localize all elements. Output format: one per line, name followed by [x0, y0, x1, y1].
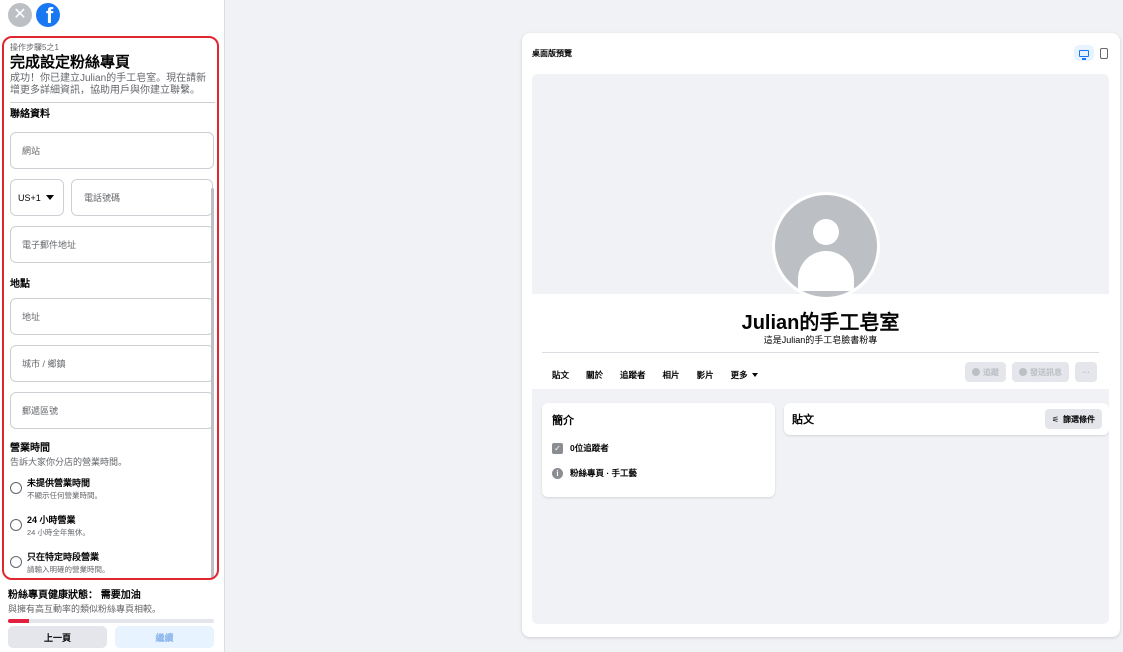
info-icon: i [552, 467, 563, 479]
tab-posts[interactable]: 貼文 [552, 369, 569, 381]
health-progress-fill [8, 619, 29, 623]
tab-more-label: 更多 [730, 370, 748, 380]
radio-button[interactable] [10, 482, 22, 494]
tab-videos[interactable]: 影片 [697, 369, 714, 381]
setup-steps-box: 操作步驟5之1 完成設定粉絲專頁 成功！你已建立Julian的手工皂室。現在請新… [2, 36, 219, 580]
more-options-button[interactable]: ··· [1075, 362, 1097, 382]
posts-title: 貼文 [792, 414, 814, 426]
device-toggle [1074, 45, 1108, 61]
option-subtitle: 請輸入明確的營業時間。 [27, 565, 110, 574]
page-category: 粉絲專頁 · 手工藝 [570, 468, 638, 478]
filter-label: 篩選條件 [1063, 414, 1095, 424]
nav-buttons: 上一頁 繼續 [8, 626, 214, 648]
page-title: 完成設定粉絲專頁 [10, 54, 131, 71]
option-title: 24 小時營業 [27, 515, 76, 525]
desktop-preview: 桌面版預覽 Julian的手工皂室 這是Julian的手工皂臉書粉專 貼文 關於… [522, 33, 1120, 637]
divider [10, 102, 215, 103]
city-input[interactable]: 城市 / 鄉鎮 [10, 345, 214, 382]
follow-label: 追蹤 [983, 367, 999, 377]
email-input[interactable]: 電子郵件地址 [10, 226, 214, 263]
chevron-down-icon [751, 373, 758, 377]
facebook-logo-icon[interactable]: f [36, 3, 60, 27]
messenger-icon [1019, 368, 1027, 376]
option-title: 只在特定時段營業 [27, 552, 100, 562]
option-subtitle: 24 小時全年無休。 [27, 528, 90, 537]
health-progress-bar [8, 619, 214, 623]
page-tabs: 貼文 關於 追蹤者 相片 影片 更多 [552, 369, 758, 381]
message-label: 發送訊息 [1030, 367, 1062, 377]
previous-button[interactable]: 上一頁 [8, 626, 107, 648]
phone-input[interactable]: 電話號碼 [71, 179, 213, 216]
health-title: 粉絲專頁健康狀態： 需要加油 [8, 590, 141, 601]
zip-input[interactable]: 郵遞區號 [10, 392, 214, 429]
preview-page-subtitle: 這是Julian的手工皂臉書粉專 [763, 335, 878, 345]
tab-more[interactable]: 更多 [731, 369, 758, 381]
scrollbar[interactable] [211, 188, 214, 578]
check-icon: ✓ [552, 442, 563, 454]
continue-button[interactable]: 繼續 [115, 626, 214, 648]
setup-panel: ✕ f 操作步驟5之1 完成設定粉絲專頁 成功！你已建立Julian的手工皂室。… [0, 0, 225, 652]
intro-card: 簡介 ✓ 0位追蹤者 i 粉絲專頁 · 手工藝 [542, 403, 775, 497]
posts-card: 貼文 ⚟ 篩選條件 [784, 403, 1109, 435]
divider [542, 352, 1099, 353]
mobile-icon[interactable] [1100, 47, 1108, 59]
option-title: 未提供營業時間 [27, 478, 91, 488]
avatar-body [798, 251, 854, 291]
top-bar: ✕ f [8, 2, 60, 28]
website-input[interactable]: 網站 [10, 132, 214, 169]
page-description: 成功！你已建立Julian的手工皂室。現在請新增更多詳細資訊，協助用戶與你建立聯… [10, 73, 207, 96]
desktop-icon[interactable] [1074, 45, 1094, 61]
follow-icon [972, 368, 980, 376]
filter-icon: ⚟ [1051, 414, 1059, 424]
phone-row: US+1 電話號碼 [10, 179, 213, 216]
filter-button[interactable]: ⚟ 篩選條件 [1044, 409, 1102, 429]
country-code-label: US+1 [18, 192, 41, 203]
hours-option-specific[interactable]: 只在特定時段營業 請輸入明確的營業時間。 [10, 550, 213, 575]
page-health: 粉絲專頁健康狀態： 需要加油 與擁有高互動率的類似粉絲專頁相較。 [8, 586, 218, 623]
address-input[interactable]: 地址 [10, 298, 214, 335]
option-subtitle: 不顯示任何營業時間。 [27, 491, 102, 500]
tab-photos[interactable]: 相片 [663, 369, 680, 381]
hours-subtitle: 告訴大家你分店的營業時間。 [10, 457, 128, 467]
page-mockup: Julian的手工皂室 這是Julian的手工皂臉書粉專 貼文 關於 追蹤者 相… [532, 74, 1109, 624]
avatar-head [813, 219, 839, 245]
message-button[interactable]: 發送訊息 [1012, 362, 1069, 382]
hours-heading: 營業時間 [10, 443, 50, 454]
location-heading: 地點 [10, 279, 30, 290]
followers-row: ✓ 0位追蹤者 [552, 442, 609, 454]
intro-title: 簡介 [552, 415, 574, 427]
tab-about[interactable]: 關於 [586, 369, 603, 381]
chevron-down-icon [45, 195, 54, 200]
radio-button[interactable] [10, 556, 22, 568]
contact-heading: 聯絡資料 [10, 109, 50, 120]
close-icon[interactable]: ✕ [8, 3, 32, 27]
avatar [772, 192, 880, 300]
hours-option-none[interactable]: 未提供營業時間 不顯示任何營業時間。 [10, 476, 213, 501]
health-subtitle: 與擁有高互動率的類似粉絲專頁相較。 [8, 604, 162, 614]
country-code-select[interactable]: US+1 [10, 179, 64, 216]
radio-button[interactable] [10, 519, 22, 531]
step-label: 操作步驟5之1 [10, 43, 59, 52]
followers-count: 0位追蹤者 [570, 443, 609, 453]
page-actions: 追蹤 發送訊息 ··· [965, 362, 1097, 382]
hours-option-24h[interactable]: 24 小時營業 24 小時全年無休。 [10, 513, 213, 538]
follow-button[interactable]: 追蹤 [965, 362, 1006, 382]
category-row: i 粉絲專頁 · 手工藝 [552, 467, 637, 479]
preview-title: 桌面版預覽 [532, 49, 572, 58]
preview-page-name: Julian的手工皂室 [741, 312, 900, 334]
tab-followers[interactable]: 追蹤者 [620, 369, 646, 381]
